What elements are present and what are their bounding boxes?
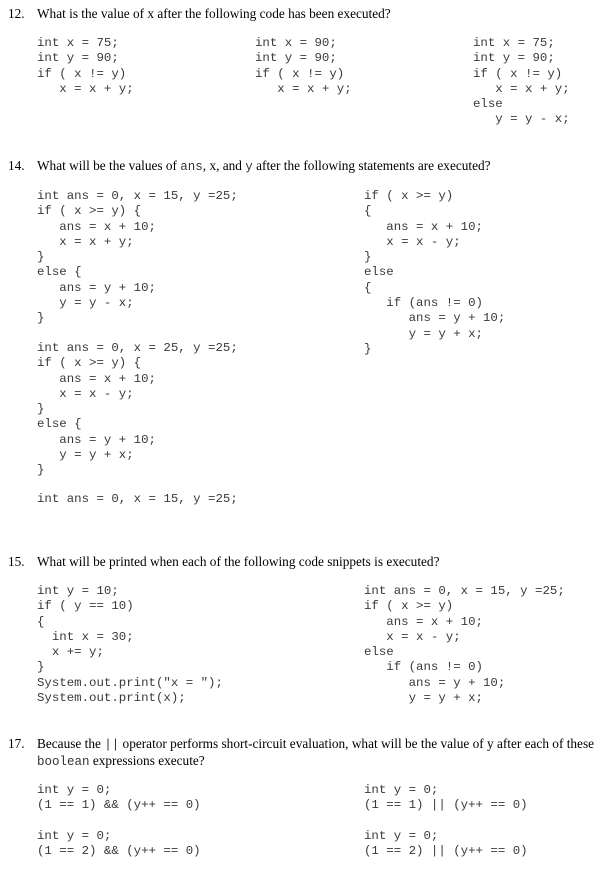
text: , and [216,158,246,173]
code-snippet: int x = 75; int y = 90; if ( x != y) x =… [473,36,570,127]
code-snippet: int ans = 0, x = 25, y =25; if ( x >= y)… [37,341,238,478]
question-number: 12. [8,6,25,21]
question-text: What is the value of x after the followi… [37,6,391,21]
question-17: 17. Because the || operator performs sho… [8,736,614,770]
question-15: 15. What will be printed when each of th… [8,554,608,570]
code-snippet: int x = 75; int y = 90; if ( x != y) x =… [37,36,134,96]
text: What will be the values of [37,158,181,173]
code-snippet: int ans = 0, x = 15, y =25; [37,492,238,506]
question-text: Because the || operator performs short-c… [37,736,594,770]
text: after the following statements are execu… [252,158,491,173]
code-snippet: int ans = 0, x = 15, y =25; if ( x >= y)… [364,584,565,706]
code-snippet: int y = 0; (1 == 2) || (y++ == 0) [364,829,528,859]
code-term: || [104,738,120,752]
question-number: 15. [8,554,25,569]
code-snippet: int ans = 0, x = 15, y =25; if ( x >= y)… [37,189,238,326]
code-snippet: int y = 10; if ( y == 10) { int x = 30; … [37,584,223,706]
text: operator performs short-circuit evaluati… [119,736,595,751]
code-term: boolean [37,755,90,769]
code-term: ans [180,160,203,174]
code-snippet: int x = 90; int y = 90; if ( x != y) x =… [255,36,352,96]
code-snippet: int y = 0; (1 == 1) && (y++ == 0) [37,783,201,813]
code-snippet: if ( x >= y) { ans = x + 10; x = x - y; … [364,189,506,356]
code-snippet: int y = 0; (1 == 1) || (y++ == 0) [364,783,528,813]
code-snippet: int y = 0; (1 == 2) && (y++ == 0) [37,829,201,859]
question-number: 14. [8,158,25,173]
question-12: 12. What is the value of x after the fol… [8,6,608,22]
text: expressions execute? [89,753,205,768]
question-14: 14. What will be the values of ans, x, a… [8,158,608,174]
question-text: What will be printed when each of the fo… [37,554,440,569]
code-term: y [245,160,253,174]
text: Because the [37,736,105,751]
question-number: 17. [8,736,25,751]
question-text: What will be the values of ans, x, and y… [37,158,491,175]
